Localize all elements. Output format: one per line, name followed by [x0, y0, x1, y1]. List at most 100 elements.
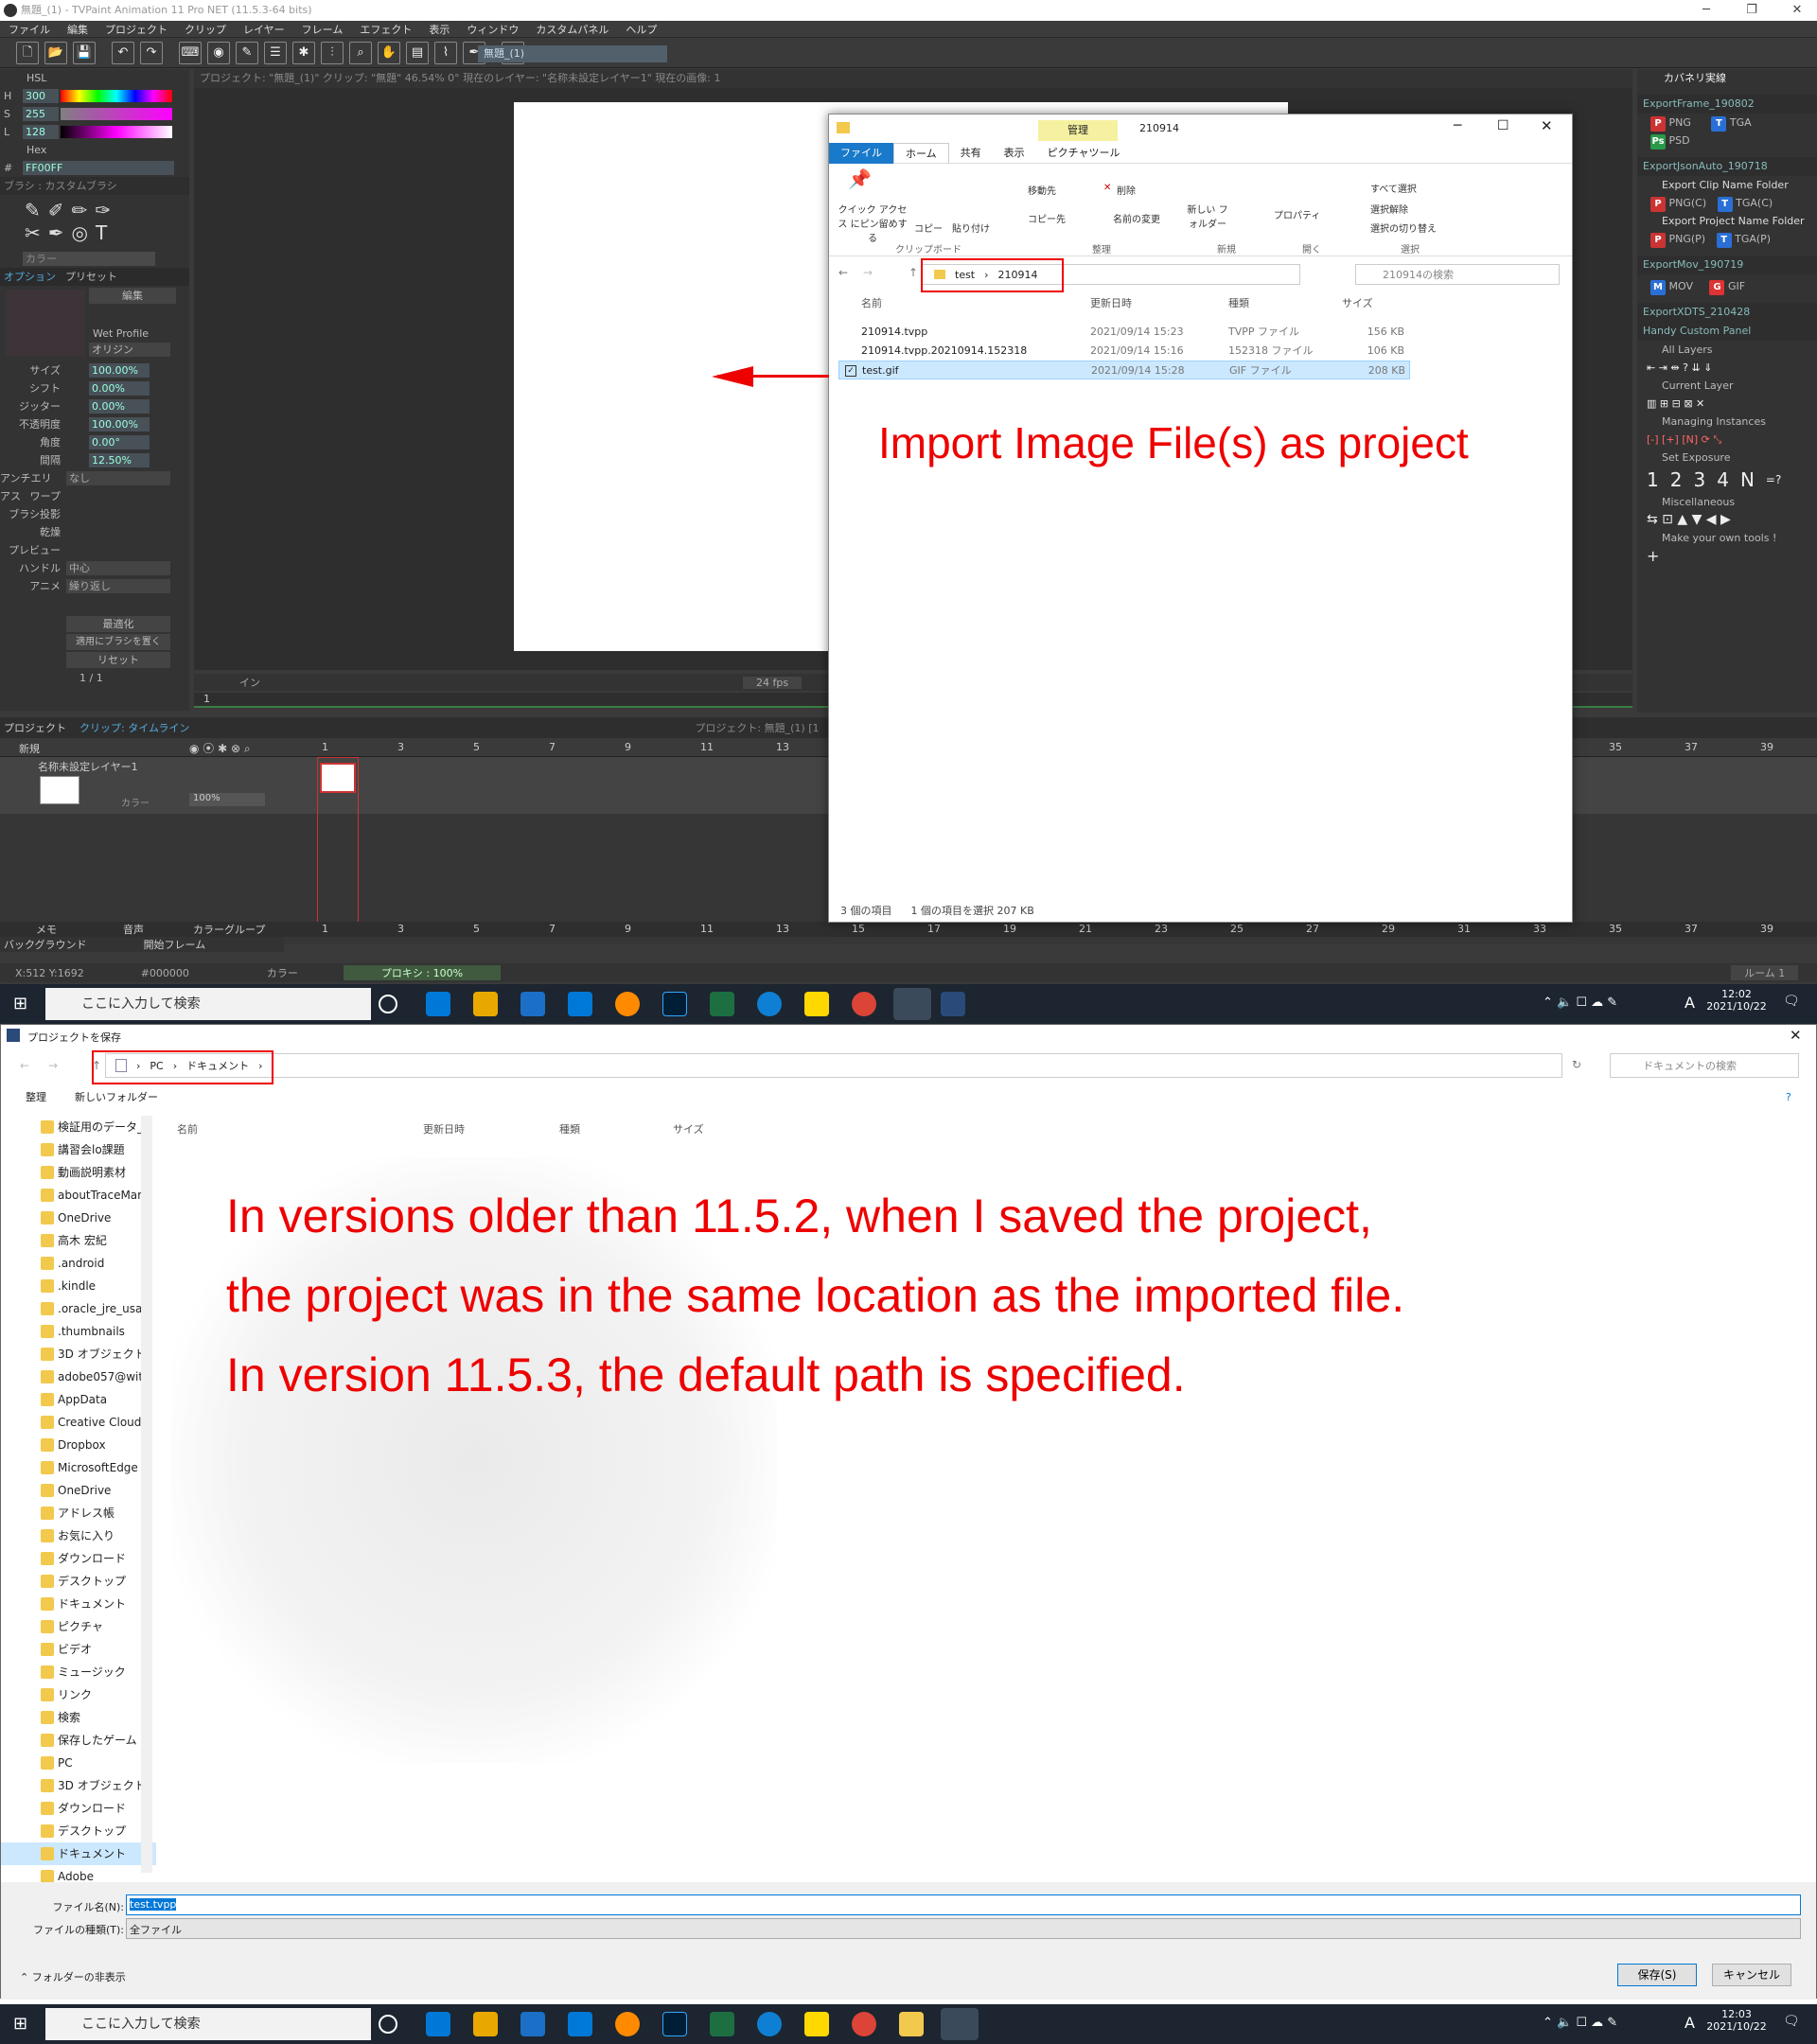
color-mode[interactable]: HSL: [4, 72, 46, 84]
tray-icons[interactable]: ⌃ 🔈 ☐ ☁ ✎: [1543, 996, 1617, 1010]
marker-tool-icon[interactable]: ✐: [48, 199, 72, 221]
special-tool-icon[interactable]: ◎: [72, 221, 96, 244]
menu-help[interactable]: ヘルプ: [626, 22, 657, 37]
origin-select[interactable]: オリジン: [89, 343, 170, 357]
tree-item[interactable]: 検索: [1, 1706, 156, 1729]
saturation-slider[interactable]: [61, 108, 172, 120]
tree-item[interactable]: デスクトップ: [1, 1820, 156, 1842]
tree-item[interactable]: ドキュメント: [1, 1593, 156, 1615]
all-layers-tools[interactable]: ⇤ ⇥ ⇹ ? ⇊ ⇓: [1637, 359, 1817, 377]
taskview-icon-2[interactable]: [426, 2012, 450, 2036]
tree-item[interactable]: Adobe: [1, 1865, 156, 1882]
anime-select[interactable]: 繰り返し: [66, 579, 170, 593]
eraser-tool-icon[interactable]: ✑: [95, 199, 118, 221]
save-new-folder-button[interactable]: 新しいフォルダー: [75, 1089, 158, 1104]
tvpaint-taskbar-icon-2[interactable]: [941, 2008, 979, 2040]
excel-icon[interactable]: [710, 992, 734, 1016]
layers-icon[interactable]: ☰: [264, 41, 287, 64]
col-type[interactable]: 種類: [1228, 295, 1249, 310]
menu-project[interactable]: プロジェクト: [105, 22, 168, 37]
param-opacity-value[interactable]: 100.00%: [89, 417, 150, 432]
gif-icon[interactable]: G: [1709, 280, 1725, 295]
hand-icon[interactable]: ✋: [378, 41, 400, 64]
airbrush-tool-icon[interactable]: ✏: [72, 199, 96, 221]
png-p-icon[interactable]: P: [1650, 233, 1666, 248]
tree-item[interactable]: adobe057@wit: [1, 1366, 156, 1388]
sticky-notes-icon-2[interactable]: [804, 2012, 829, 2036]
ribbon-tab-home[interactable]: ホーム: [893, 142, 949, 164]
text-tool-icon[interactable]: T: [96, 221, 115, 244]
tab-audio[interactable]: 音声: [123, 922, 144, 937]
photoshop-icon-2[interactable]: [662, 2012, 687, 2036]
menu-clip[interactable]: クリップ: [185, 22, 226, 37]
tab-clip-timeline[interactable]: クリップ: タイムライン: [79, 720, 189, 735]
tree-item[interactable]: 講習会lo課題: [1, 1138, 156, 1161]
lightness-value[interactable]: 128: [23, 125, 59, 139]
tree-scrollbar[interactable]: [141, 1116, 152, 1873]
back-icon[interactable]: ←: [838, 266, 848, 279]
taskbar-clock-2[interactable]: 12:03 2021/10/22: [1703, 2008, 1770, 2033]
file-row[interactable]: 210914.tvpp 2021/09/14 15:23 TVPP ファイル 1…: [838, 323, 1558, 342]
save-forward-icon[interactable]: →: [48, 1059, 58, 1072]
tree-item[interactable]: PC: [1, 1752, 156, 1774]
menu-custom-panel[interactable]: カスタムパネル: [536, 22, 609, 37]
ribbon-tab-file[interactable]: ファイル: [829, 142, 893, 164]
explorer-search[interactable]: 210914の検索: [1355, 264, 1560, 285]
forward-icon[interactable]: →: [863, 266, 873, 279]
tree-item[interactable]: 3D オブジェクト: [1, 1774, 156, 1797]
tree-item[interactable]: .android: [1, 1252, 156, 1275]
reset-button[interactable]: リセット: [66, 652, 170, 668]
file-row[interactable]: 210914.tvpp.20210914.152318 2021/09/14 1…: [838, 342, 1558, 361]
export-tga-p[interactable]: TGA(P): [1735, 233, 1771, 245]
help-circle-icon[interactable]: ?: [1786, 1091, 1791, 1103]
manage-tab[interactable]: 管理: [1038, 120, 1118, 141]
film-icon[interactable]: ▤: [406, 41, 429, 64]
restore-icon[interactable]: ❐: [1736, 0, 1768, 21]
document-tab[interactable]: 無題_(1): [478, 45, 667, 62]
param-angle-value[interactable]: 0.00°: [89, 435, 150, 449]
store-icon-2[interactable]: [473, 2012, 498, 2036]
tree-item[interactable]: 3D オブジェクト: [1, 1343, 156, 1366]
col-date[interactable]: 更新日時: [1090, 295, 1132, 310]
select-none-button[interactable]: 選択解除: [1370, 202, 1408, 216]
proxy-level[interactable]: プロキシ : 100%: [343, 965, 502, 980]
psd-icon[interactable]: Ps: [1650, 134, 1666, 150]
exposure-query[interactable]: =?: [1766, 471, 1781, 489]
filetype-select[interactable]: 全ファイル: [126, 1918, 1801, 1939]
tree-item[interactable]: Creative Cloud: [1, 1411, 156, 1434]
undo-icon[interactable]: ↶: [112, 41, 134, 64]
tab-project[interactable]: プロジェクト: [4, 720, 66, 735]
instance-tools[interactable]: [-] [+] [N] ⟳ ⤡: [1637, 431, 1817, 449]
tree-item[interactable]: ドキュメント: [1, 1842, 156, 1865]
tree-item[interactable]: リンク: [1, 1683, 156, 1706]
exposure-2[interactable]: 2: [1670, 470, 1683, 489]
explorer-taskbar-icon-2[interactable]: [899, 2012, 924, 2036]
tree-item[interactable]: 検証用のデータ_: [1, 1116, 156, 1138]
menu-file[interactable]: ファイル: [9, 22, 50, 37]
exposure-1[interactable]: 1: [1647, 470, 1659, 489]
pin-icon[interactable]: 📌: [848, 167, 872, 190]
handle-select[interactable]: 中心: [66, 561, 170, 575]
hide-folders-toggle[interactable]: ⌃ フォルダーの非表示: [20, 1969, 126, 1984]
refresh-icon[interactable]: ↻: [1572, 1058, 1581, 1071]
redo-icon[interactable]: ↷: [140, 41, 163, 64]
adapt-brush-button[interactable]: 適用にブラシを置く: [66, 634, 170, 650]
add-tool-icon[interactable]: +: [1637, 547, 1817, 565]
smudge-tool-icon[interactable]: ✒: [48, 221, 72, 244]
tree-item[interactable]: OneDrive: [1, 1479, 156, 1502]
export-psd[interactable]: PSD: [1669, 134, 1690, 147]
brush-color-select[interactable]: カラー: [23, 252, 155, 266]
minimize-icon[interactable]: ─: [1690, 0, 1722, 21]
properties-button[interactable]: プロパティ: [1274, 207, 1320, 221]
tga-icon[interactable]: T: [1711, 116, 1727, 132]
tree-item[interactable]: Dropbox: [1, 1434, 156, 1456]
photos-icon[interactable]: [520, 992, 545, 1016]
bulb-icon[interactable]: ✱: [292, 41, 315, 64]
mov-icon[interactable]: M: [1650, 280, 1666, 295]
tga-p-icon[interactable]: T: [1716, 233, 1732, 248]
tree-item[interactable]: ダウンロード: [1, 1547, 156, 1570]
tree-item[interactable]: .thumbnails: [1, 1320, 156, 1343]
tree-item[interactable]: お気に入り: [1, 1524, 156, 1547]
hex-input[interactable]: FF00FF: [23, 161, 174, 175]
tree-item[interactable]: デスクトップ: [1, 1570, 156, 1593]
